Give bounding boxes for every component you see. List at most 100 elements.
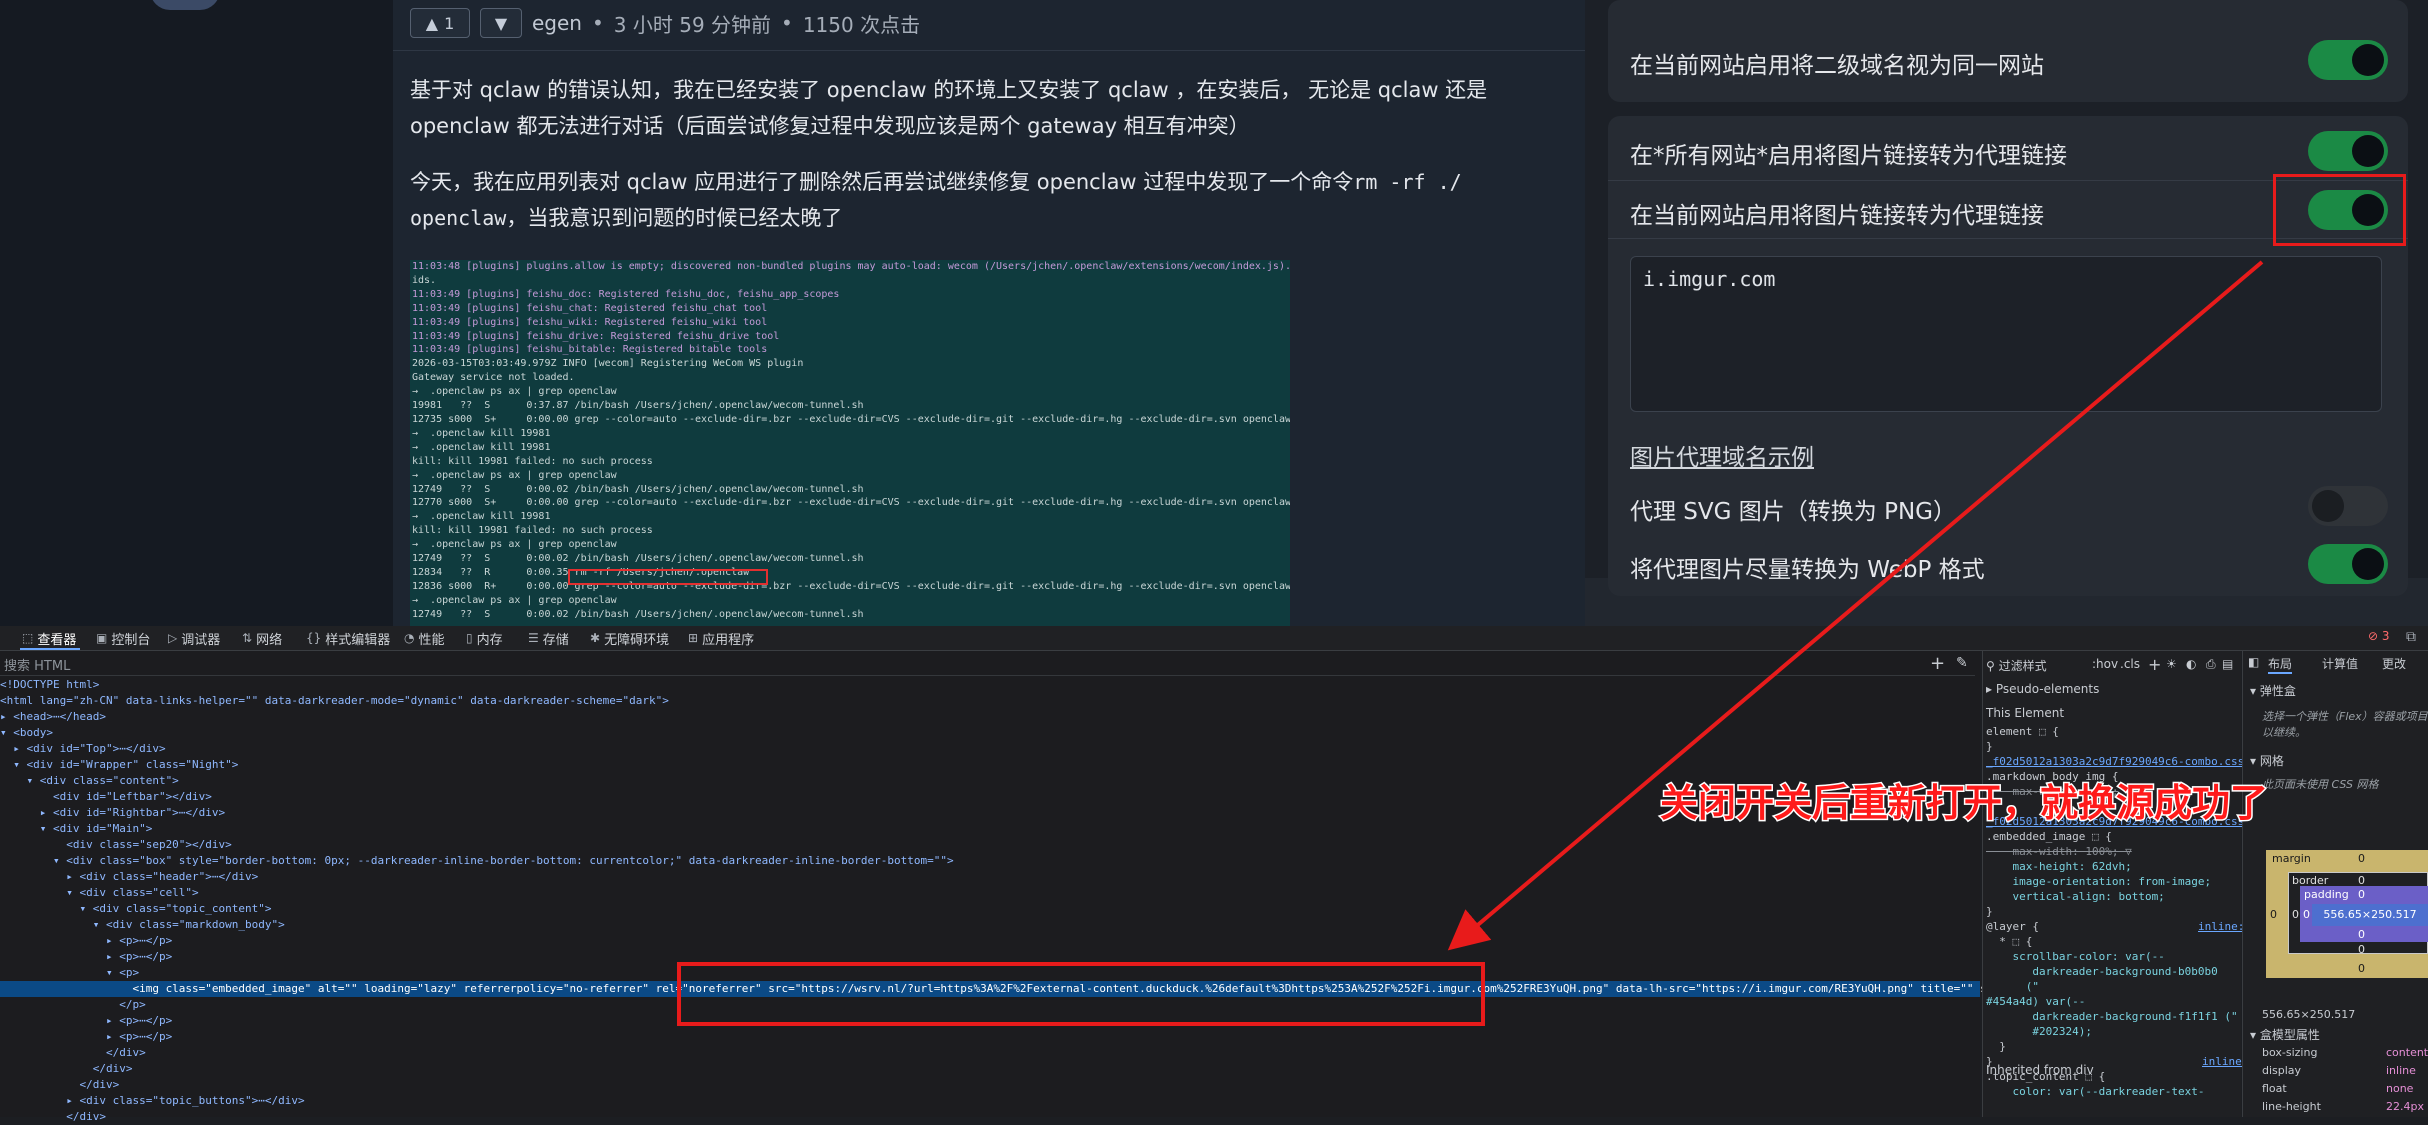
html-node-line[interactable]: ▸ <div class="topic_buttons">⋯</div> [0,1093,304,1109]
tab-console[interactable]: ▣ 控制台 [96,629,150,648]
html-node-line[interactable]: ▸ <p>⋯</p> [0,1029,172,1045]
downvote-button[interactable]: ▼ [480,8,522,38]
border-left-value[interactable]: 0 [2292,908,2299,921]
css-rule-line[interactable]: } [1986,904,1993,919]
html-search-bar[interactable] [0,653,1975,676]
prop-value[interactable]: content [2386,1046,2428,1059]
html-node-line[interactable]: ▾ <div class="topic_content"> [0,901,271,917]
css-rule-line[interactable]: vertical-align: bottom; [1986,889,2164,904]
print-media-icon[interactable]: ⎙ [2206,657,2216,672]
search-input[interactable]: 搜索 HTML [4,655,70,674]
css-rule-line[interactable]: .embedded_image ⬚ { [1986,829,2112,844]
border-bottom-value[interactable]: 0 [2358,943,2365,956]
proxy-domain-textarea[interactable]: i.imgur.com [1630,256,2382,412]
pseudo-elements-header[interactable]: ▸ Pseudo-elements [1986,682,2099,696]
html-node-line[interactable]: </div> [0,1045,146,1061]
css-rule-line[interactable]: @layer { [1986,919,2039,934]
html-node-line[interactable]: </p> [0,997,146,1013]
cls-toggle[interactable]: .cls [2120,657,2140,671]
margin-top-value[interactable]: 0 [2358,852,2365,865]
html-node-line[interactable]: ▾ <div id="Wrapper" class="Night"> [0,757,238,773]
tab-memory[interactable]: ▯ 内存 [466,629,503,648]
css-rule-line[interactable]: image-orientation: from-image; [1986,874,2211,889]
light-scheme-icon[interactable]: ☀ [2166,657,2177,671]
margin-bottom-value[interactable]: 0 [2358,962,2365,975]
css-rule-line[interactable]: } [1986,1039,2006,1054]
add-rule-icon[interactable]: + [2148,655,2161,674]
css-rule-line[interactable]: max-width: 100%; ▽ [1986,844,2131,859]
border-top-value[interactable]: 0 [2358,874,2365,887]
html-node-line[interactable]: ▸ <p>⋯</p> [0,1013,172,1029]
setting-toggle[interactable] [2308,544,2388,584]
tab-inspector[interactable]: ⬚ 查看器 [22,629,76,648]
proxy-domain-example-link[interactable]: 图片代理域名示例 [1630,438,1814,472]
html-node-line[interactable]: ▸ <div id="Rightbar">⋯</div> [0,805,225,821]
css-rule-line[interactable]: darkreader-background-f1f1f1 (" [1986,1009,2237,1024]
tab-performance[interactable]: ◔ 性能 [404,629,445,648]
html-node-line[interactable]: <div class="sep20"></div> [0,837,232,853]
grid-section[interactable]: ▾ 网格 [2250,752,2284,769]
copy-icon[interactable]: ▤ [2222,657,2233,671]
tab-layout[interactable]: 布局 [2268,655,2293,674]
add-node-icon[interactable]: + [1930,653,1945,674]
css-rule-line[interactable]: } [1986,739,1993,754]
margin-left-value[interactable]: 0 [2270,908,2277,921]
html-node-line[interactable]: ▾ <div class="content"> [0,773,178,789]
html-node-line[interactable]: ▾ <body> [0,725,53,741]
author-link[interactable]: egen [532,11,582,35]
layout-sidebar-icon[interactable]: ◧ [2248,655,2259,669]
html-node-line[interactable]: </div> [0,1061,133,1077]
html-node-line[interactable]: ▸ <div class="header">⋯</div> [0,869,258,885]
css-rule-line[interactable]: #202324); [1986,1024,2092,1039]
box-model-content[interactable]: 556.65×250.517 [2312,904,2428,926]
tab-style-editor[interactable]: {} 样式编辑器 [306,629,390,648]
html-node-line[interactable]: ▾ <div class="box" style="border-bottom:… [0,853,954,869]
html-node-line[interactable]: <html lang="zh-CN" data-links-helper="" … [0,693,669,709]
hov-toggle[interactable]: :hov [2092,657,2118,671]
html-node-line[interactable]: </div> [0,1109,106,1125]
html-node-line[interactable]: ▾ <div class="markdown_body"> [0,917,285,933]
padding-top-value[interactable]: 0 [2358,888,2365,901]
css-rule-line[interactable]: scrollbar-color: var(-- [1986,949,2164,964]
css-rule-line[interactable]: max-height: 62dvh; [1986,859,2131,874]
eyedropper-icon[interactable]: ✎ [1956,655,1968,671]
html-node-line[interactable]: ▸ <p>⋯</p> [0,949,172,965]
padding-bottom-value[interactable]: 0 [2358,928,2365,941]
upvote-button[interactable]: ▲ 1 [410,8,470,38]
css-rule-line[interactable]: (" [1986,979,2039,994]
embedded-terminal-image[interactable]: 11:03:48 [plugins] plugins.allow is empt… [410,260,1290,626]
dock-icon[interactable]: ⧉ [2406,629,2416,645]
flexbox-section[interactable]: ▾ 弹性盒 [2250,682,2296,699]
box-model-props-section[interactable]: ▾ 盒模型属性 [2250,1026,2320,1043]
css-rule-line[interactable]: color: var(--darkreader-text- [1986,1084,2204,1099]
tab-network[interactable]: ⇅ 网络 [242,629,282,648]
html-node-line[interactable]: <div id="Leftbar"></div> [0,789,212,805]
html-node-line[interactable]: ▾ <div id="Main"> [0,821,153,837]
tab-application[interactable]: ⊞ 应用程序 [688,629,754,648]
tab-accessibility[interactable]: ✱ 无障碍环境 [590,629,669,648]
html-node-line[interactable]: ▸ <p>⋯</p> [0,933,172,949]
css-rule-line[interactable]: #454a4d) var(-- [1986,994,2085,1009]
prop-value[interactable]: none [2386,1082,2413,1095]
prop-value[interactable]: 22.4px [2386,1100,2424,1113]
html-node-line[interactable]: ▾ <p> [0,965,139,981]
tab-computed[interactable]: 计算值 [2322,655,2358,672]
padding-left-value[interactable]: 0 [2303,908,2310,921]
error-count-badge[interactable]: ⊘ 3 [2368,629,2390,643]
css-rule-line[interactable]: * ⬚ { [1986,934,2032,949]
html-node-line[interactable]: </div> [0,1077,119,1093]
css-rule-line[interactable]: element ⬚ { [1986,724,2059,739]
setting-toggle[interactable] [2308,486,2388,526]
html-node-line[interactable]: ▸ <div id="Top">⋯</div> [0,741,165,757]
prop-value[interactable]: inline [2386,1064,2416,1077]
setting-toggle[interactable] [2308,131,2388,171]
tab-storage[interactable]: ☰ 存储 [528,629,569,648]
html-node-line[interactable]: ▸ <head>⋯</head> [0,709,106,725]
setting-toggle[interactable] [2308,40,2388,80]
tab-changes[interactable]: 更改 [2382,655,2406,672]
html-node-line[interactable]: ▾ <div class="cell"> [0,885,198,901]
dark-scheme-icon[interactable]: ◐ [2186,657,2196,671]
css-rule-line[interactable]: darkreader-background-b0b0b0 [1986,964,2217,979]
css-rule-line[interactable]: _f02d5012a1303a2c9d7f929049c6-combo.css:… [1986,754,2258,769]
html-node-line[interactable]: <!DOCTYPE html> [0,677,99,693]
